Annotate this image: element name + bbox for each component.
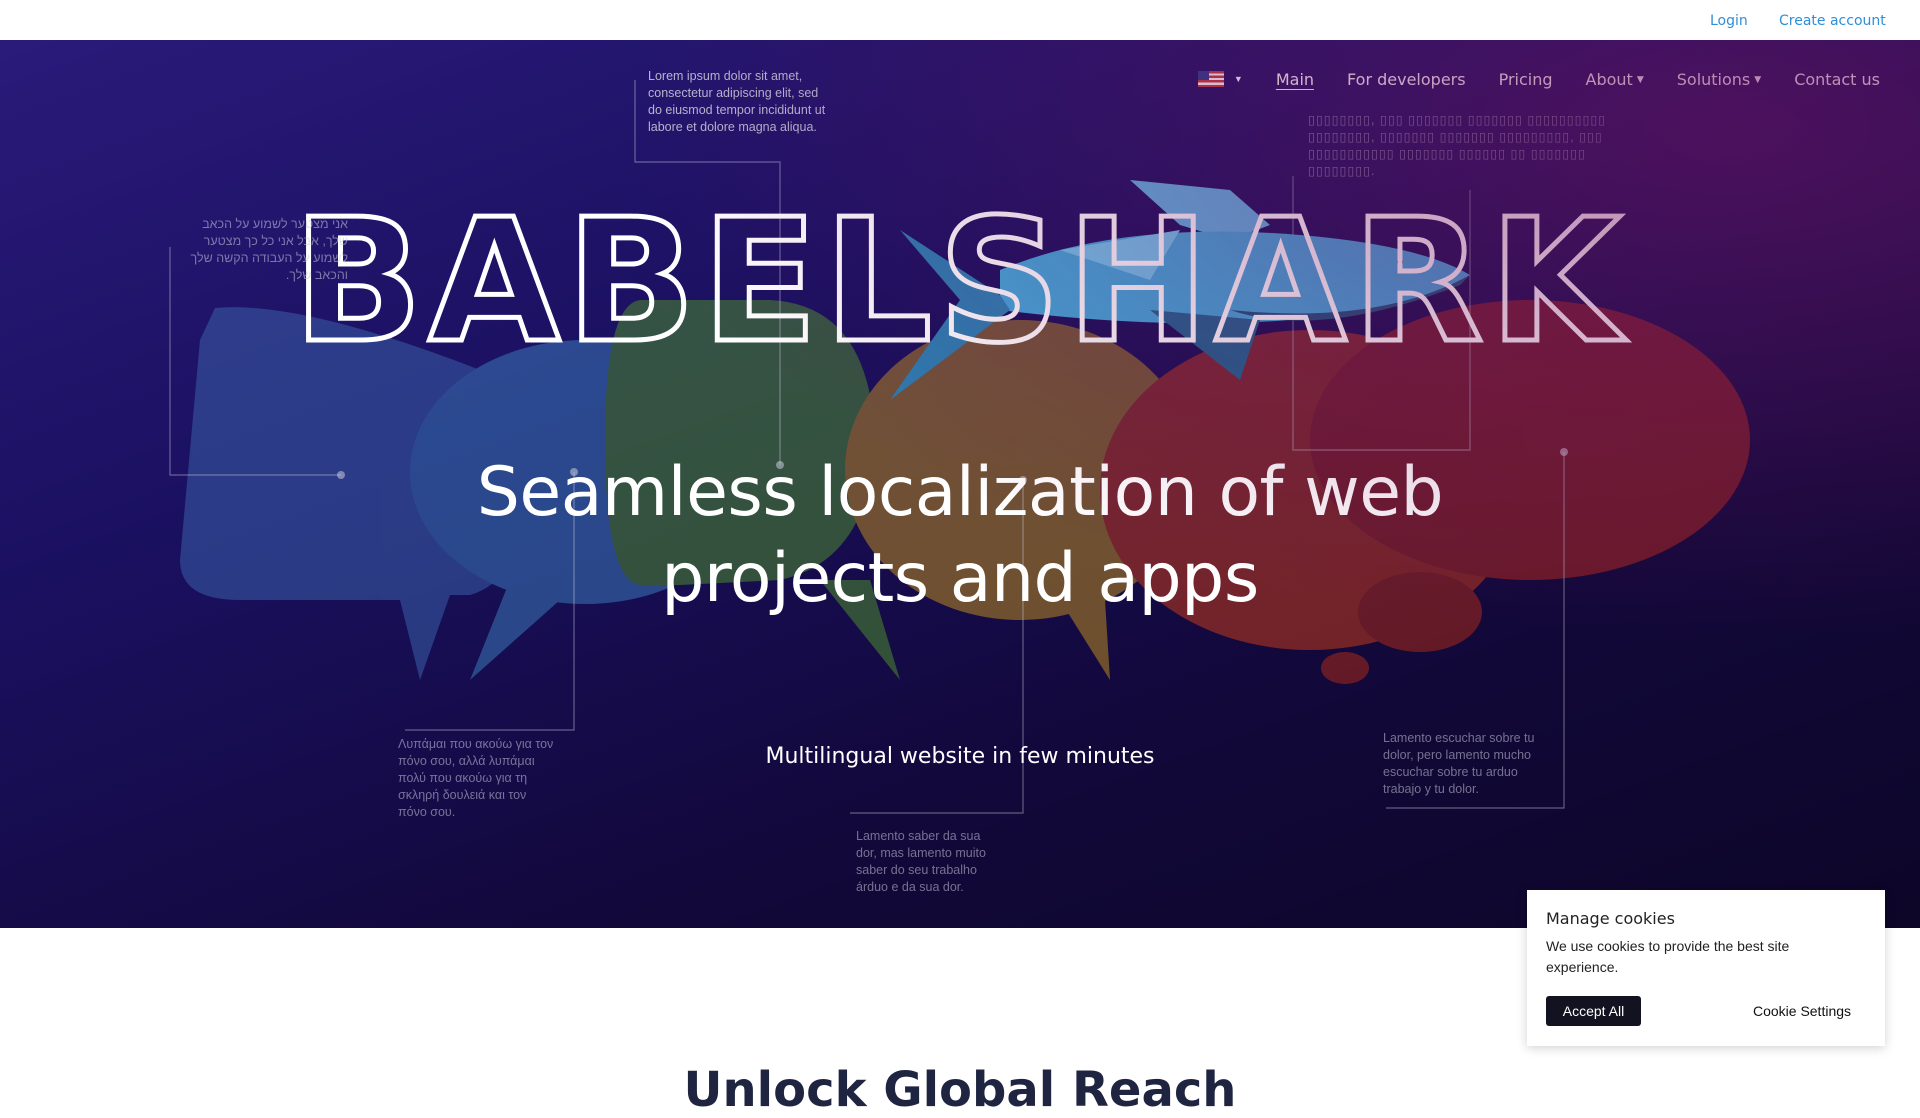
- nav-solutions-label: Solutions: [1676, 69, 1751, 89]
- top-bar: Login Create account: [0, 0, 1920, 40]
- thought-bubble-small: [1321, 652, 1369, 684]
- caret-down-icon: ▼: [1754, 75, 1762, 85]
- language-selector[interactable]: ▼: [1197, 71, 1243, 87]
- main-nav: ▼ Main For developers Pricing About ▼ Sol…: [1197, 64, 1880, 94]
- hero-subheadline: Multilingual website in few minutes: [765, 744, 1155, 769]
- section-title: Unlock Global Reach: [683, 1062, 1237, 1118]
- us-flag-icon: [1197, 71, 1224, 87]
- hero-headline: Seamless localization of web projects an…: [360, 450, 1560, 622]
- note-portuguese: Lamento saber da sua dor, mas lamento mu…: [856, 829, 986, 894]
- note-latin: Lorem ipsum dolor sit amet, consectetur …: [648, 69, 826, 134]
- nav-for-developers[interactable]: For developers: [1347, 70, 1466, 89]
- hero-headline-line1: Seamless localization of web: [476, 453, 1444, 532]
- accept-all-button[interactable]: Accept All: [1546, 996, 1641, 1026]
- babelshark-logo: BABELSHARK: [293, 183, 1627, 381]
- create-account-link[interactable]: Create account: [1779, 13, 1886, 29]
- nav-about[interactable]: About ▼: [1586, 70, 1644, 89]
- cookie-settings-button[interactable]: Cookie Settings: [1737, 996, 1867, 1026]
- note-hebrew: אני מצטער לשמוע על הכאב שלך, אבל אני כל …: [190, 217, 348, 282]
- note-greek: Λυπάμαι που ακούω για τον πόνο σου, αλλά…: [398, 737, 554, 819]
- nav-pricing[interactable]: Pricing: [1499, 70, 1553, 89]
- nav-main[interactable]: Main: [1276, 70, 1314, 89]
- nav-contact-us[interactable]: Contact us: [1794, 70, 1880, 89]
- hero-section: BABELSHARK ▼ Main For developers Pricing…: [0, 40, 1920, 928]
- note-spanish: Lamento escuchar sobre tu dolor, pero la…: [1383, 731, 1535, 796]
- nav-solutions[interactable]: Solutions ▼: [1677, 70, 1761, 89]
- note-placeholder-glyphs: ▯▯▯▯▯▯▯▯, ▯▯▯ ▯▯▯▯▯▯▯ ▯▯▯▯▯▯▯ ▯▯▯▯▯▯▯▯▯▯…: [1308, 113, 1607, 178]
- nav-about-label: About: [1585, 69, 1633, 89]
- caret-down-icon: ▼: [1636, 75, 1644, 85]
- caret-down-icon: ▼: [1233, 74, 1243, 84]
- login-link[interactable]: Login: [1710, 13, 1748, 29]
- cookie-title: Manage cookies: [1546, 909, 1675, 928]
- cookie-text: We use cookies to provide the best site …: [1546, 938, 1790, 975]
- cookie-banner: Manage cookies We use cookies to provide…: [1527, 890, 1885, 1046]
- hero-headline-line2: projects and apps: [661, 539, 1259, 618]
